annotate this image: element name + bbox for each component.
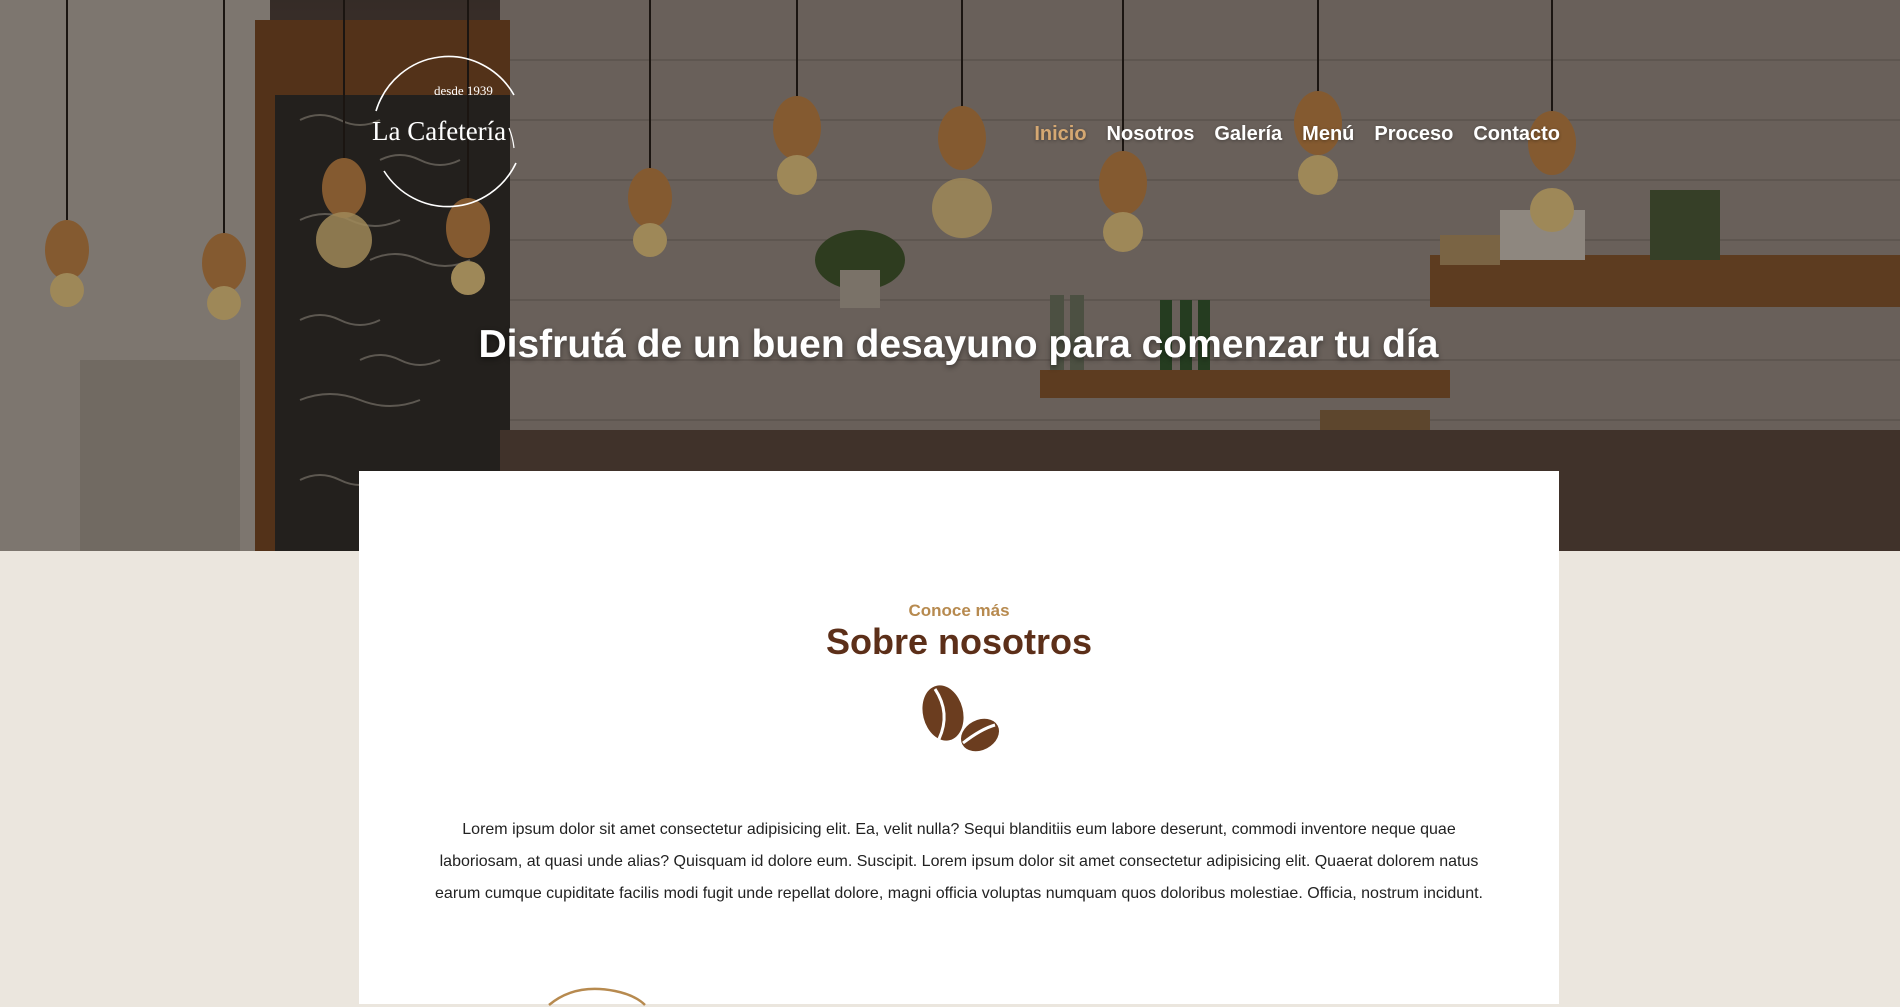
- nav-link-galeria[interactable]: Galería: [1214, 123, 1282, 146]
- site-logo[interactable]: desde 1939 La Cafetería: [364, 53, 524, 217]
- logo-name: La Cafetería: [372, 116, 507, 146]
- nav-link-proceso[interactable]: Proceso: [1374, 123, 1453, 146]
- hero-overlay: [0, 0, 1900, 551]
- coffee-cup-icon: [548, 987, 646, 1006]
- logo-tagline: desde 1939: [434, 83, 493, 98]
- nav-link-menu[interactable]: Menú: [1302, 123, 1354, 146]
- about-paragraph: Lorem ipsum dolor sit amet consectetur a…: [435, 821, 1483, 902]
- section-title: Sobre nosotros: [825, 621, 1093, 662]
- hero-banner: [0, 0, 1900, 551]
- coffee-beans-icon: [922, 685, 1000, 752]
- section-eyebrow: Conoce más: [908, 601, 1010, 620]
- about-section: Conoce más Sobre nosotros Lorem ipsum do…: [359, 471, 1559, 1006]
- main-nav: Inicio Nosotros Galería Menú Proceso Con…: [1034, 123, 1560, 146]
- nav-link-contacto[interactable]: Contacto: [1473, 123, 1560, 146]
- nav-link-nosotros[interactable]: Nosotros: [1107, 123, 1195, 146]
- hero-headline: Disfrutá de un buen desayuno para comenz…: [478, 323, 1439, 366]
- nav-link-inicio[interactable]: Inicio: [1034, 123, 1086, 146]
